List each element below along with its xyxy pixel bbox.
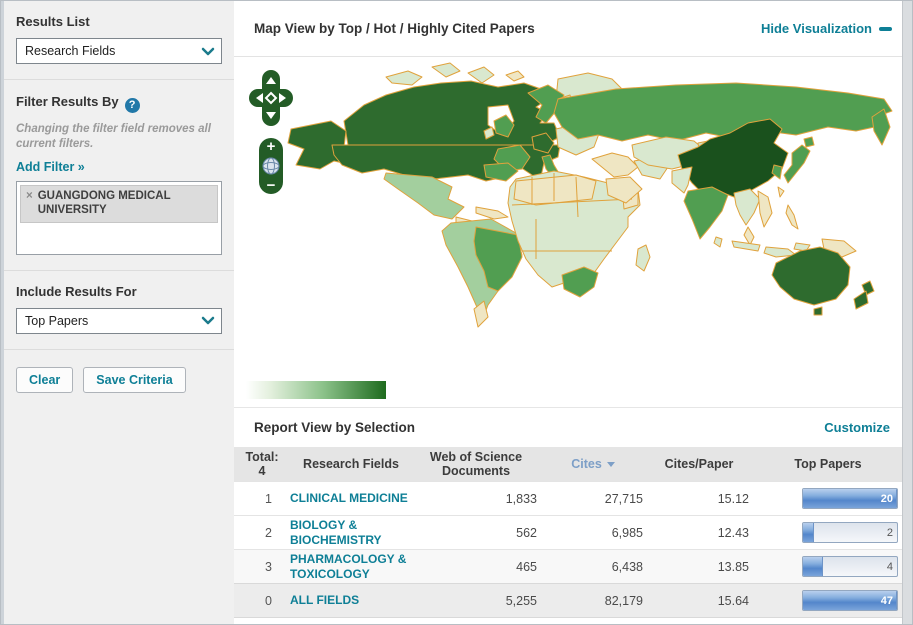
- chevron-down-icon: [201, 47, 215, 56]
- documents-value: 1,833: [412, 492, 540, 506]
- add-filter-link[interactable]: Add Filter »: [16, 160, 85, 174]
- chevron-down-icon: [201, 316, 215, 325]
- cites-per-paper-value: 13.85: [646, 560, 752, 574]
- top-papers-value: 20: [881, 493, 893, 505]
- research-field-link[interactable]: PHARMACOLOGY & TOXICOLOGY: [290, 552, 412, 580]
- remove-filter-icon[interactable]: ×: [26, 189, 33, 219]
- report-panel-title: Report View by Selection: [254, 420, 415, 435]
- cites-value: 6,985: [540, 526, 646, 540]
- row-rank: 0: [234, 594, 290, 608]
- sidebar: Results List Research Fields Filter Resu…: [1, 1, 234, 624]
- table-row: 1 CLINICAL MEDICINE 1,833 27,715 15.12 2…: [234, 481, 904, 515]
- include-results-selected-value: Top Papers: [25, 314, 88, 328]
- include-results-section: Include Results For Top Papers: [4, 271, 234, 350]
- top-papers-value: 2: [887, 527, 893, 539]
- research-field-link[interactable]: BIOLOGY & BIOCHEMISTRY: [290, 518, 412, 546]
- report-panel-header: Report View by Selection Customize: [234, 407, 904, 447]
- vertical-scrollbar[interactable]: [902, 1, 912, 624]
- customize-link[interactable]: Customize: [824, 420, 890, 435]
- map-pan-control[interactable]: [248, 69, 294, 127]
- top-papers-bar: 47: [802, 590, 898, 611]
- results-list-section: Results List Research Fields: [4, 1, 234, 80]
- zoom-out-icon[interactable]: −: [267, 177, 276, 194]
- column-header-field: Research Fields: [290, 457, 412, 471]
- help-icon[interactable]: ?: [125, 98, 140, 113]
- minus-icon: [879, 27, 892, 31]
- top-papers-value: 4: [887, 561, 893, 573]
- clear-button[interactable]: Clear: [16, 367, 73, 393]
- filter-chip-label: GUANGDONG MEDICAL UNIVERSITY: [38, 189, 211, 219]
- top-papers-cell: 47: [752, 590, 904, 611]
- documents-value: 5,255: [412, 594, 540, 608]
- sidebar-buttons: Clear Save Criteria: [4, 350, 234, 410]
- map-visualization: + −: [234, 57, 904, 407]
- cites-value: 6,438: [540, 560, 646, 574]
- documents-value: 562: [412, 526, 540, 540]
- choropleth-legend-gradient: [246, 381, 386, 399]
- filter-section: Filter Results By? Changing the filter f…: [4, 80, 234, 271]
- top-papers-cell: 4: [752, 556, 904, 577]
- cites-value: 82,179: [540, 594, 646, 608]
- table-row: 2 BIOLOGY & BIOCHEMISTRY 562 6,985 12.43…: [234, 515, 904, 549]
- top-papers-bar: 2: [802, 522, 898, 543]
- results-list-dropdown[interactable]: Research Fields: [16, 38, 222, 64]
- hide-visualization-label: Hide Visualization: [761, 21, 872, 36]
- world-map[interactable]: [236, 59, 896, 375]
- results-list-selected-value: Research Fields: [25, 44, 115, 58]
- row-rank: 1: [234, 492, 290, 506]
- results-list-title: Results List: [16, 14, 222, 29]
- table-row: 3 PHARMACOLOGY & TOXICOLOGY 465 6,438 13…: [234, 549, 904, 583]
- map-panel-title: Map View by Top / Hot / Highly Cited Pap…: [254, 21, 535, 36]
- column-header-cites-per-paper: Cites/Paper: [646, 457, 752, 471]
- filter-section-title: Filter Results By: [16, 94, 119, 109]
- include-results-title: Include Results For: [16, 284, 222, 299]
- column-header-cites-sort[interactable]: Cites: [540, 457, 646, 471]
- filter-note: Changing the filter field removes all cu…: [16, 122, 222, 153]
- globe-icon[interactable]: [263, 158, 279, 174]
- hide-visualization-link[interactable]: Hide Visualization: [761, 21, 892, 36]
- top-papers-cell: 20: [752, 488, 904, 509]
- column-header-documents: Web of Science Documents: [412, 450, 540, 478]
- table-header-row: Total: 4 Research Fields Web of Science …: [234, 447, 904, 481]
- esi-application-window: Results List Research Fields Filter Resu…: [0, 0, 913, 625]
- sort-down-icon: [607, 462, 615, 467]
- top-papers-cell: 2: [752, 522, 904, 543]
- save-criteria-button[interactable]: Save Criteria: [83, 367, 185, 393]
- main-content: Map View by Top / Hot / Highly Cited Pap…: [234, 1, 904, 624]
- map-panel-header: Map View by Top / Hot / Highly Cited Pap…: [234, 1, 904, 57]
- filter-chip: × GUANGDONG MEDICAL UNIVERSITY: [20, 185, 218, 224]
- research-field-link[interactable]: ALL FIELDS: [290, 593, 412, 607]
- row-rank: 3: [234, 560, 290, 574]
- cites-per-paper-value: 15.64: [646, 594, 752, 608]
- active-filters-box: × GUANGDONG MEDICAL UNIVERSITY: [16, 181, 222, 255]
- top-papers-value: 47: [881, 595, 893, 607]
- top-papers-bar: 4: [802, 556, 898, 577]
- include-results-dropdown[interactable]: Top Papers: [16, 308, 222, 334]
- row-rank: 2: [234, 526, 290, 540]
- cites-per-paper-value: 12.43: [646, 526, 752, 540]
- cites-per-paper-value: 15.12: [646, 492, 752, 506]
- column-header-top-papers: Top Papers: [752, 457, 904, 471]
- documents-value: 465: [412, 560, 540, 574]
- zoom-in-icon[interactable]: +: [267, 138, 276, 155]
- total-header: Total: 4: [234, 450, 290, 478]
- map-zoom-control[interactable]: + −: [258, 137, 284, 195]
- top-papers-bar: 20: [802, 488, 898, 509]
- table-row-all-fields: 0 ALL FIELDS 5,255 82,179 15.64 47: [234, 583, 904, 618]
- research-field-link[interactable]: CLINICAL MEDICINE: [290, 491, 412, 505]
- cites-value: 27,715: [540, 492, 646, 506]
- results-table: Total: 4 Research Fields Web of Science …: [234, 447, 904, 618]
